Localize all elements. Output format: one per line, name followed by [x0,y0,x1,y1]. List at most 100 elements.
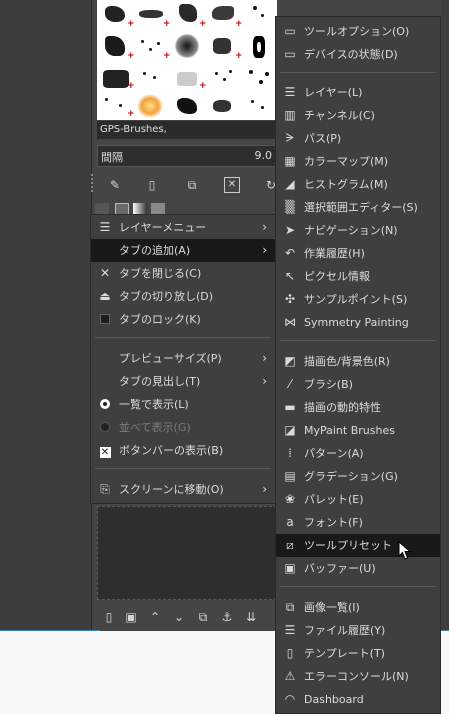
dashboard-icon: ◠ [284,692,296,706]
menu-separator [280,340,436,341]
submenu-item-sample-points[interactable]: ✣ サンプルポイント(S) [276,288,440,311]
menu-item-detach-tab[interactable]: ⏏ タブの切り放し(D) [91,285,275,308]
submenu-item-histogram[interactable]: ◢ ヒストグラム(M) [276,173,440,196]
lower-icon[interactable]: ⌄ [171,609,187,625]
submenu-item-document-history[interactable]: ☰ ファイル履歴(Y) [276,619,440,642]
menu-item-move-to-screen[interactable]: ⎘ スクリーンに移動(O) › [91,478,275,501]
error-console-icon: ⚠ [284,669,296,683]
menu-item-label: 描画の動的特性 [304,401,381,414]
submenu-item-images[interactable]: ⧉ 画像一覧(I) [276,596,440,619]
submenu-item-brushes[interactable]: ⁄ ブラシ(B) [276,373,440,396]
new-group-icon[interactable]: ▣ [123,609,139,625]
gradients-icon: ▤ [284,469,296,483]
plus-icon: + [235,51,243,61]
brushes-toolbar: ✎ ▯ ⧉ ✕ ↻ [97,174,277,196]
submenu-item-paint-dynamics[interactable]: ▬ 描画の動的特性 [276,396,440,419]
brush-thumbnail[interactable] [137,66,167,92]
submenu-item-device-status[interactable]: ▭ デバイスの状態(D) [276,43,440,66]
menu-item-label: レイヤー(L) [304,86,363,99]
menu-item-preview-size[interactable]: プレビューサイズ(P) › [91,347,275,370]
submenu-item-templates[interactable]: ▯ テンプレート(T) [276,642,440,665]
submenu-item-error-console[interactable]: ⚠ エラーコンソール(N) [276,665,440,688]
menu-item-label: タブの切り放し(D) [119,290,214,303]
submenu-item-pointer[interactable]: ↖ ピクセル情報 [276,265,440,288]
menu-item-label: Symmetry Painting [304,316,409,329]
plus-icon: + [127,51,135,61]
duplicate-icon[interactable]: ⧉ [195,609,211,625]
tool-presets-icon: ⧄ [286,538,294,552]
submenu-item-palettes[interactable]: ❀ パレット(E) [276,488,440,511]
menu-item-label: チャンネル(C) [304,109,375,122]
merge-icon[interactable]: ⇊ [243,609,259,625]
brush-thumbnail[interactable] [209,94,239,120]
templates-icon: ▯ [286,646,294,660]
palette-icon: ❀ [284,492,296,506]
symmetry-icon: ⋈ [284,315,296,329]
pointer-icon: ↖ [284,269,296,283]
submenu-item-colormap[interactable]: ▦ カラーマップ(M) [276,150,440,173]
submenu-item-selection-editor[interactable]: ▒ 選択範囲エディター(S) [276,196,440,219]
paths-icon: ᗒ [285,131,295,145]
patterns-icon: ⁞ [288,446,292,460]
submenu-item-layers[interactable]: ☰ レイヤー(L) [276,81,440,104]
menu-item-add-tab[interactable]: タブの追加(A) › [91,239,275,262]
channels-icon: ▥ [284,108,296,122]
selected-brush-name: GPS-Brushes, [97,121,277,139]
submenu-item-buffers[interactable]: ▣ バッファー(U) [276,557,440,580]
sample-points-icon: ✣ [284,292,296,306]
menu-item-label: デバイスの状態(D) [304,48,398,61]
histogram-icon: ◢ [285,177,295,191]
plus-icon: + [163,19,171,29]
brush-thumbnail[interactable] [245,66,275,92]
menu-item-label: グラデーション(G) [304,470,398,483]
menu-separator [280,72,436,73]
submenu-item-fg-bg-colors[interactable]: ◩ 描画色/背景色(R) [276,350,440,373]
brush-thumbnail[interactable] [209,66,239,92]
brush-thumbnail[interactable] [245,94,275,120]
menu-item-label: パターン(A) [304,447,364,460]
menu-item-label: ツールオプション(O) [304,25,410,38]
submenu-item-patterns[interactable]: ⁞ パターン(A) [276,442,440,465]
submenu-item-mypaint-brushes[interactable]: ◪ MyPaint Brushes [276,419,440,442]
submenu-item-undo-history[interactable]: ↶ 作業履歴(H) [276,242,440,265]
submenu-item-tool-presets[interactable]: ⧄ ツールプリセット [276,534,440,557]
raise-icon[interactable]: ⌃ [147,609,163,625]
delete-brush-icon[interactable]: ✕ [224,177,240,193]
menu-item-layer-menu[interactable]: ☰ レイヤーメニュー › [91,216,275,239]
menu-item-tab-style[interactable]: タブの見出し(T) › [91,370,275,393]
submenu-item-navigation[interactable]: ➤ ナビゲーション(N) [276,219,440,242]
menu-item-label: 選択範囲エディター(S) [304,201,418,214]
submenu-item-fonts[interactable]: a フォント(F) [276,511,440,534]
brush-thumbnail[interactable] [137,94,167,120]
menu-item-view-as-grid[interactable]: 並べて表示(G) [91,416,275,439]
brush-thumbnail[interactable] [245,34,275,60]
brush-thumbnail[interactable] [173,34,203,60]
menu-item-label: スクリーンに移動(O) [119,483,224,496]
submenu-item-tool-options[interactable]: ▭ ツールオプション(O) [276,20,440,43]
submenu-item-dashboard[interactable]: ◠ Dashboard [276,688,440,711]
buffers-icon: ▣ [284,561,296,575]
menu-item-show-button-bar[interactable]: ✕ ボタンバーの表示(B) [91,439,275,462]
new-brush-icon[interactable]: ▯ [144,177,160,193]
menu-item-view-as-list[interactable]: 一覧で表示(L) [91,393,275,416]
menu-separator [95,468,271,469]
edit-brush-icon[interactable]: ✎ [107,177,123,193]
add-tab-submenu: ▭ ツールオプション(O) ▭ デバイスの状態(D) ☰ レイヤー(L) ▥ チ… [275,16,441,714]
submenu-arrow-icon: › [262,220,267,234]
duplicate-brush-icon[interactable]: ⧉ [184,177,200,193]
brush-grid[interactable]: + + + + + + + + + + [97,0,277,120]
submenu-item-channels[interactable]: ▥ チャンネル(C) [276,104,440,127]
submenu-item-gradients[interactable]: ▤ グラデーション(G) [276,465,440,488]
menu-item-lock-tab[interactable]: タブのロック(K) [91,308,275,331]
checkmark-icon: ✕ [99,447,111,458]
brush-thumbnail[interactable] [245,2,275,28]
dock-empty-area [97,506,277,600]
menu-item-label: ナビゲーション(N) [304,224,398,237]
spacing-slider[interactable]: 間隔 9.0 [97,145,277,167]
submenu-item-paths[interactable]: ᗒ パス(P) [276,127,440,150]
submenu-item-symmetry-painting[interactable]: ⋈ Symmetry Painting [276,311,440,334]
anchor-icon[interactable]: ⚓ [219,609,235,625]
new-item-icon[interactable]: ▯ [101,609,117,625]
brush-thumbnail[interactable] [173,94,203,120]
menu-item-close-tab[interactable]: ✕ タブを閉じる(C) [91,262,275,285]
